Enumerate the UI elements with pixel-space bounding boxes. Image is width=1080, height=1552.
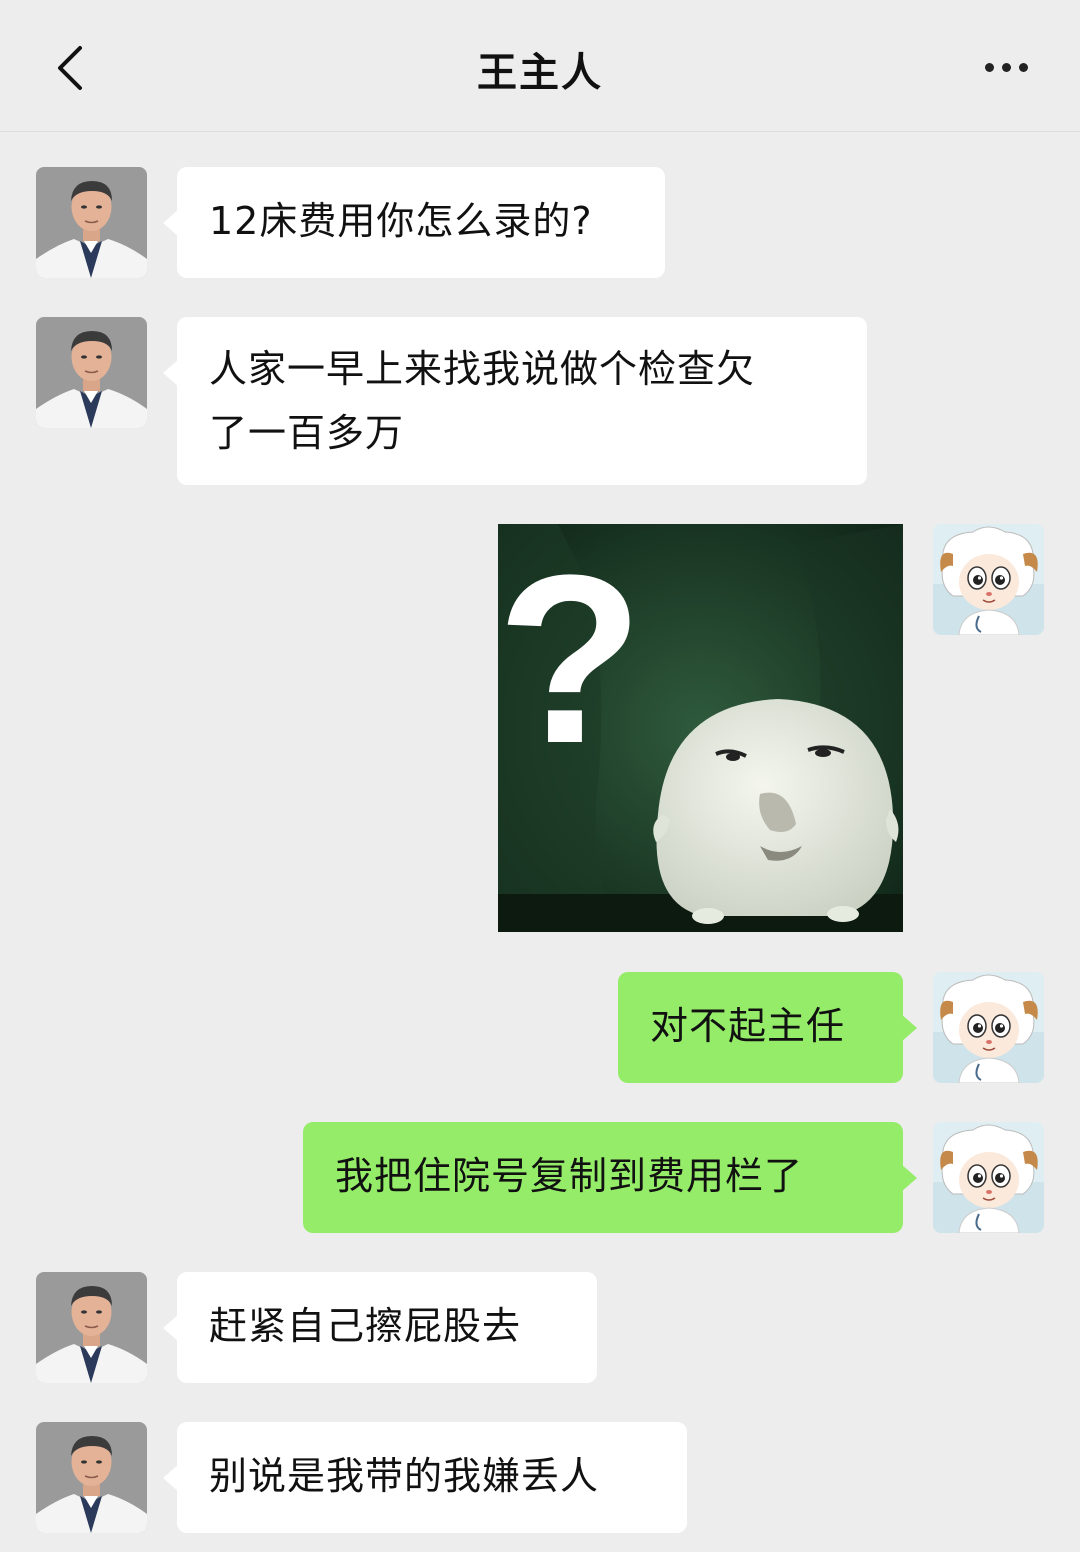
message-text: 12床费用你怎么录的? bbox=[209, 199, 593, 243]
my-avatar[interactable] bbox=[933, 1122, 1044, 1233]
message-bubble-incoming[interactable]: 赶紧自己擦屁股去 bbox=[163, 1272, 597, 1383]
contact-avatar[interactable] bbox=[36, 317, 147, 428]
cartoon-sheep-avatar-icon bbox=[933, 972, 1044, 1083]
cartoon-sheep-avatar-icon bbox=[933, 524, 1044, 635]
chat-title: 王主人 bbox=[477, 50, 603, 96]
doctor-avatar-icon bbox=[36, 167, 147, 278]
doctor-avatar-icon bbox=[36, 317, 147, 428]
doctor-avatar-icon bbox=[36, 1272, 147, 1383]
chat-header: 王主人 bbox=[0, 0, 1080, 132]
cartoon-sheep-avatar-icon bbox=[933, 1122, 1044, 1233]
sticker-message[interactable]: ? bbox=[498, 524, 903, 932]
message-text-line: 了一百多万 bbox=[209, 411, 405, 455]
message-bubble-outgoing[interactable]: 我把住院号复制到费用栏了 bbox=[303, 1122, 917, 1233]
contact-avatar[interactable] bbox=[36, 1422, 147, 1533]
doctor-avatar-icon bbox=[36, 1422, 147, 1533]
message-text: 赶紧自己擦屁股去 bbox=[209, 1304, 522, 1348]
message-bubble-incoming[interactable]: 别说是我带的我嫌丢人 bbox=[163, 1422, 687, 1533]
contact-avatar[interactable] bbox=[36, 167, 147, 278]
message-bubble-incoming[interactable]: 12床费用你怎么录的? bbox=[163, 167, 665, 278]
message-text-line: 人家一早上来找我说做个检查欠 bbox=[209, 347, 756, 391]
question-mark-text: ? bbox=[498, 525, 643, 793]
message-text: 别说是我带的我嫌丢人 bbox=[209, 1454, 600, 1498]
more-button[interactable] bbox=[966, 42, 1046, 92]
my-avatar[interactable] bbox=[933, 972, 1044, 1083]
message-bubble-incoming[interactable]: 人家一早上来找我说做个检查欠 了一百多万 bbox=[163, 317, 867, 485]
message-text: 我把住院号复制到费用栏了 bbox=[335, 1154, 804, 1198]
message-text: 对不起主任 bbox=[650, 1004, 846, 1048]
contact-avatar[interactable] bbox=[36, 1272, 147, 1383]
more-dots-icon bbox=[984, 62, 994, 72]
my-avatar[interactable] bbox=[933, 524, 1044, 635]
message-bubble-outgoing[interactable]: 对不起主任 bbox=[618, 972, 917, 1083]
